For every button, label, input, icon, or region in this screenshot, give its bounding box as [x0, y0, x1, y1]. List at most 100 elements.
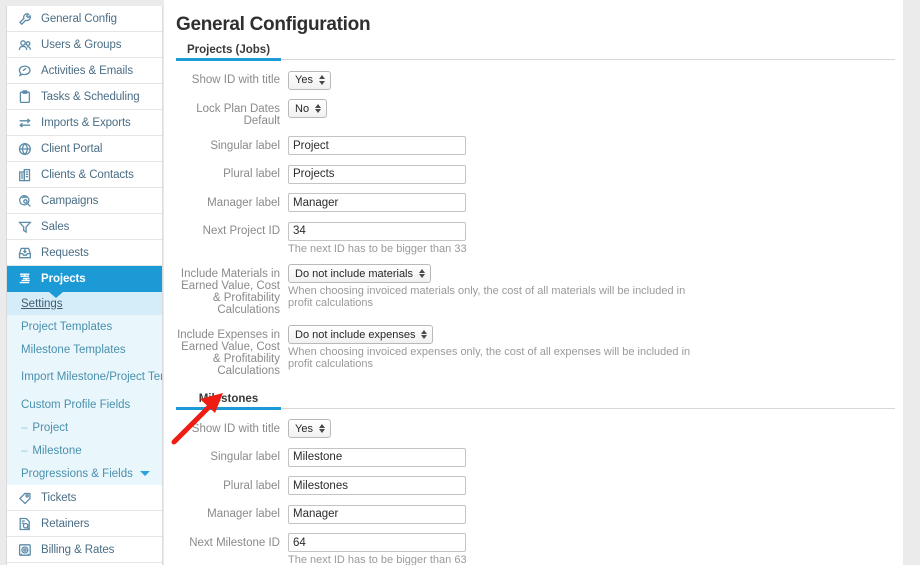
submenu-item-milestone[interactable]: –Milestone	[7, 439, 162, 462]
sidebar-item-activities-emails[interactable]: Activities & Emails	[7, 58, 162, 84]
sidebar-item-clients-contacts[interactable]: Clients & Contacts	[7, 162, 162, 188]
field-label: Next Milestone ID	[176, 533, 288, 549]
sidebar-item-label: Requests	[41, 247, 89, 259]
form-row: Singular label	[164, 447, 903, 467]
transfer-arrows-icon	[15, 114, 35, 132]
sidebar-item-label: Retainers	[41, 518, 89, 530]
app-root: General ConfigUsers & Groups Activities &…	[0, 0, 920, 565]
field-control	[288, 164, 903, 184]
field-label: Include Expenses in Earned Value, Cost &…	[176, 325, 288, 377]
submenu-item-import-milestone-project-templates[interactable]: Import Milestone/Project Templates	[7, 361, 162, 393]
sidebar-item-label: Activities & Emails	[41, 65, 133, 77]
submenu-item-label: Custom Profile Fields	[21, 399, 130, 411]
field-label: Manager label	[176, 193, 288, 209]
field-label: Plural label	[176, 164, 288, 180]
chat-bubble-icon	[15, 62, 35, 80]
submenu-item-label: Settings	[21, 298, 63, 310]
section-title: Projects (Jobs)	[176, 44, 281, 56]
submenu-item-custom-profile-fields[interactable]: Custom Profile Fields	[7, 393, 162, 416]
funnel-icon	[15, 218, 35, 236]
sidebar-item-client-portal[interactable]: Client Portal	[7, 136, 162, 162]
field-label: Plural label	[176, 476, 288, 492]
sidebar-item-imports-exports[interactable]: Imports & Exports	[7, 110, 162, 136]
sidebar-primary-nav: General ConfigUsers & Groups Activities &…	[7, 6, 162, 292]
users-icon	[15, 36, 35, 54]
submenu-item-label: Progressions & Fields	[21, 468, 133, 480]
submenu-item-project-templates[interactable]: Project Templates	[7, 315, 162, 338]
submenu-item-label: Milestone Templates	[21, 344, 126, 356]
tag-icon	[15, 489, 35, 507]
form-row: Next Milestone IDThe next ID has to be b…	[164, 533, 903, 565]
submenu-item-label: Milestone	[32, 445, 81, 457]
submenu-item-progressions-fields[interactable]: Progressions & Fields	[7, 462, 162, 485]
sidebar-item-label: Campaigns	[41, 195, 98, 207]
select-value: Do not include materials	[295, 268, 413, 280]
field-label: Lock Plan Dates Default	[176, 99, 288, 127]
input-singular-label[interactable]	[288, 448, 466, 467]
form-row: Singular label	[164, 136, 903, 156]
submenu-item-label-wrap: –Milestone	[21, 445, 82, 457]
input-next-milestone-id[interactable]	[288, 533, 466, 552]
select-include-materials-in-earned-value-cost-p[interactable]: Do not include materials	[288, 264, 431, 283]
safe-icon	[15, 541, 35, 559]
select-lock-plan-dates-default[interactable]: No	[288, 99, 327, 118]
field-hint: When choosing invoiced materials only, t…	[288, 285, 708, 309]
submenu-item-project[interactable]: –Project	[7, 416, 162, 439]
submenu-item-label-wrap: Milestone Templates	[21, 344, 126, 356]
projects-icon	[15, 270, 35, 288]
form-row: Include Materials in Earned Value, Cost …	[164, 264, 903, 316]
sidebar-item-label: Client Portal	[41, 143, 102, 155]
input-singular-label[interactable]	[288, 136, 466, 155]
sidebar-item-tasks-scheduling[interactable]: Tasks & Scheduling	[7, 84, 162, 110]
submenu-item-milestone-templates[interactable]: Milestone Templates	[7, 338, 162, 361]
section-active-underline	[176, 58, 281, 61]
sidebar-item-label: Projects	[41, 273, 86, 285]
inbox-icon	[15, 244, 35, 262]
input-manager-label[interactable]	[288, 505, 466, 524]
sidebar-item-users-groups[interactable]: Users & Groups	[7, 32, 162, 58]
input-manager-label[interactable]	[288, 193, 466, 212]
select-updown-arrows-icon	[319, 75, 325, 85]
input-plural-label[interactable]	[288, 476, 466, 495]
sidebar-item-projects[interactable]: Projects	[7, 266, 162, 292]
globe-icon	[15, 140, 35, 158]
main-content: General Configuration Projects (Jobs)Sho…	[164, 0, 903, 565]
sidebar-item-campaigns[interactable]: Campaigns	[7, 188, 162, 214]
field-hint: When choosing invoiced expenses only, th…	[288, 346, 708, 370]
field-control	[288, 193, 903, 213]
dash-prefix: –	[21, 422, 27, 434]
sidebar-item-tickets[interactable]: Tickets	[7, 485, 162, 511]
field-label: Include Materials in Earned Value, Cost …	[176, 264, 288, 316]
sidebar-item-label: Imports & Exports	[41, 117, 131, 129]
sidebar-item-label: Sales	[41, 221, 69, 233]
submenu-item-label-wrap: Project Templates	[21, 321, 112, 333]
form-row: Plural label	[164, 476, 903, 496]
field-control	[288, 136, 903, 156]
field-label: Show ID with title	[176, 419, 288, 435]
field-control: Do not include expenses When choosing inv…	[288, 325, 903, 371]
submenu-item-settings[interactable]: Settings	[7, 292, 162, 315]
select-updown-arrows-icon	[421, 330, 427, 340]
select-value: Yes	[295, 74, 313, 86]
input-next-project-id[interactable]	[288, 222, 466, 241]
select-value: No	[295, 103, 309, 115]
form-row: Next Project IDThe next ID has to be big…	[164, 221, 903, 255]
section-title: Milestones	[176, 393, 281, 405]
sidebar-item-retainers[interactable]: Retainers	[7, 511, 162, 537]
select-show-id-with-title[interactable]: Yes	[288, 71, 331, 90]
sidebar-item-label: Tasks & Scheduling	[41, 91, 140, 103]
sidebar-item-sales[interactable]: Sales	[7, 214, 162, 240]
input-plural-label[interactable]	[288, 165, 466, 184]
section-header: Milestones	[176, 393, 895, 410]
sidebar-item-requests[interactable]: Requests	[7, 240, 162, 266]
dash-prefix: –	[21, 445, 27, 457]
field-control: The next ID has to be bigger than 63	[288, 533, 903, 565]
select-include-expenses-in-earned-value-cost-pr[interactable]: Do not include expenses	[288, 325, 433, 344]
select-show-id-with-title[interactable]: Yes	[288, 419, 331, 438]
chevron-down-icon[interactable]	[140, 471, 150, 476]
sidebar-item-billing-rates[interactable]: Billing & Rates	[7, 537, 162, 563]
sidebar-item-general-config[interactable]: General Config	[7, 6, 162, 32]
field-label: Singular label	[176, 447, 288, 463]
select-value: Yes	[295, 423, 313, 435]
field-label: Singular label	[176, 136, 288, 152]
